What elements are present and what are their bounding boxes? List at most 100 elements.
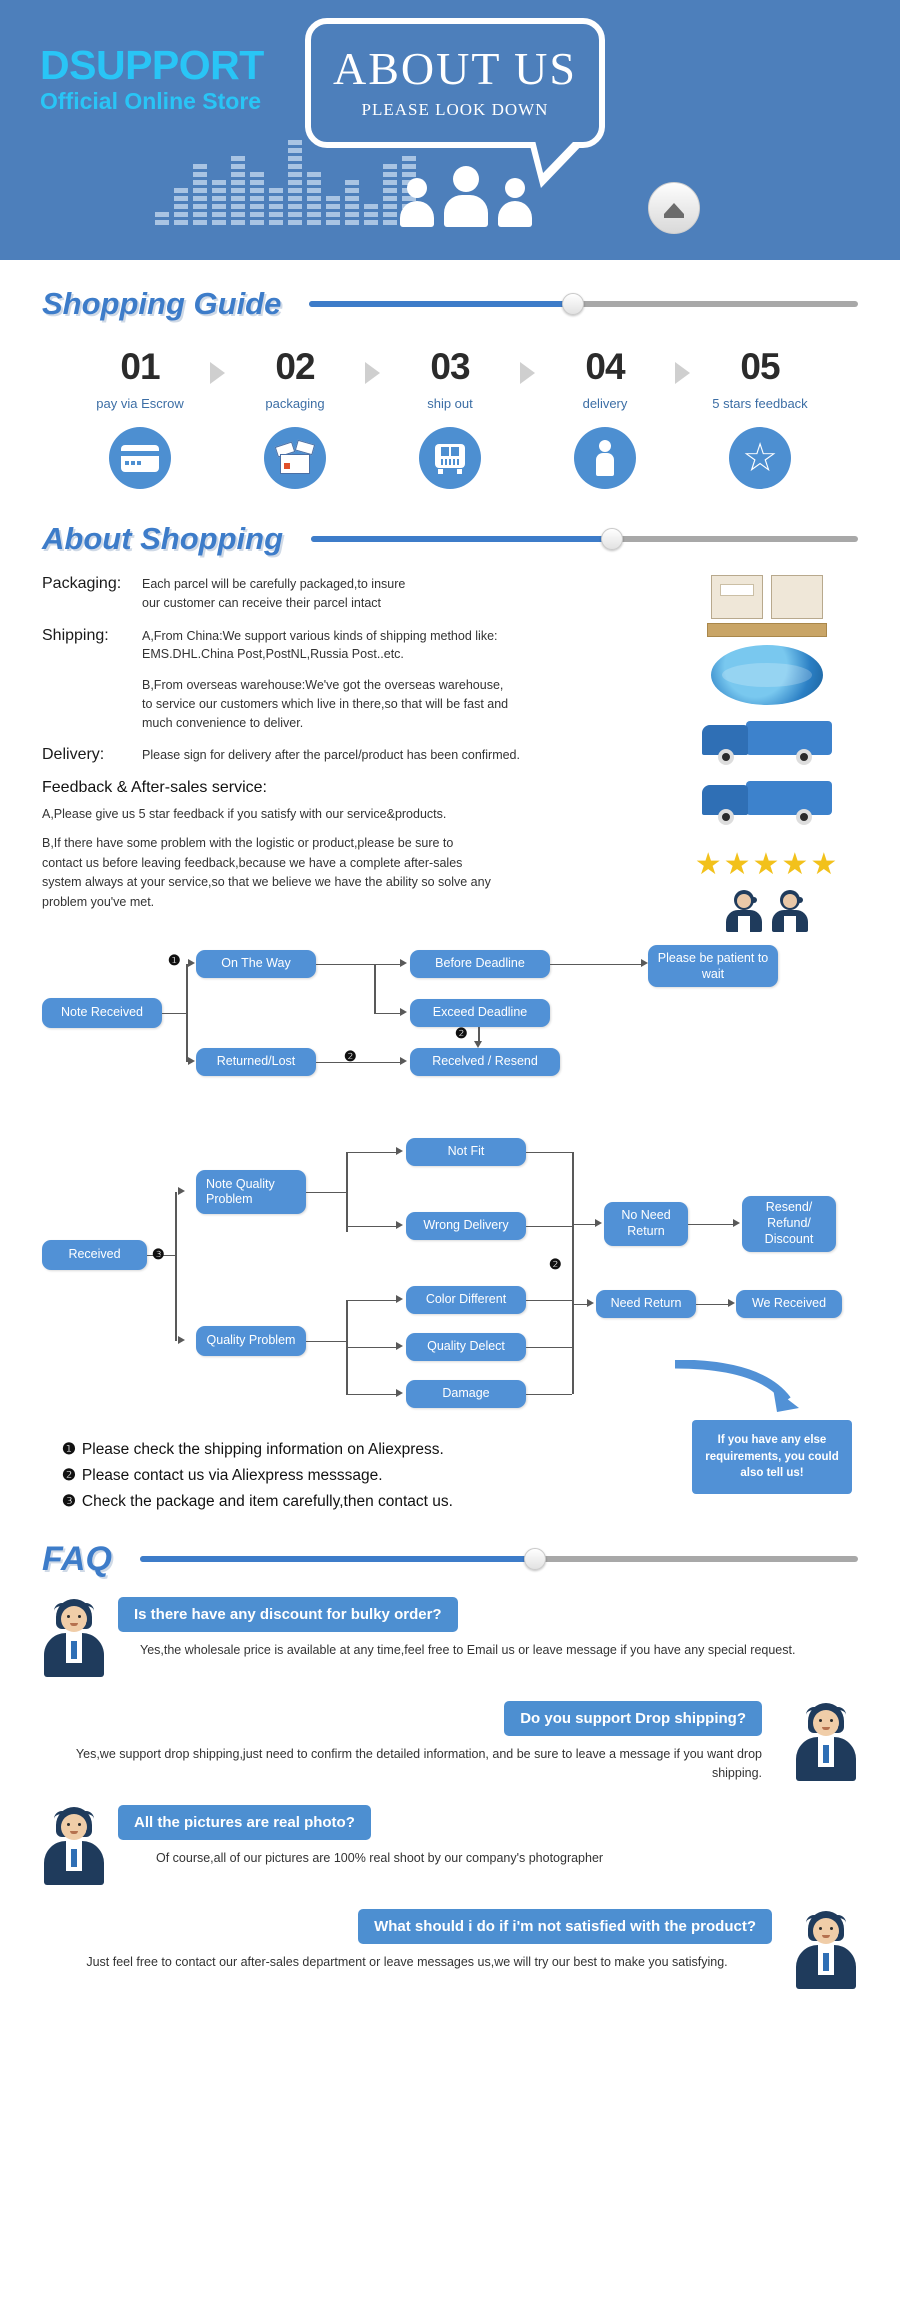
faq-question[interactable]: All the pictures are real photo? bbox=[118, 1804, 371, 1840]
flow-line bbox=[186, 963, 188, 1062]
step-label: delivery bbox=[582, 396, 628, 411]
eject-bar bbox=[664, 214, 684, 218]
about-us-title: ABOUT US bbox=[333, 43, 577, 94]
step-label: ship out bbox=[427, 396, 473, 411]
step-label: pay via Escrow bbox=[96, 396, 184, 411]
faq-body: Is there have any discount for bulky ord… bbox=[118, 1596, 858, 1660]
step-label: 5 stars feedback bbox=[712, 396, 808, 411]
support-agents-icon bbox=[672, 890, 862, 932]
node-quality-problem: Quality Problem bbox=[196, 1325, 306, 1356]
equalizer-graphic bbox=[155, 140, 416, 225]
globe-shipping-icon bbox=[672, 645, 862, 705]
flow-arrow bbox=[188, 1056, 195, 1065]
chevron-right-icon bbox=[210, 362, 225, 384]
shopping-guide-slider[interactable] bbox=[309, 293, 858, 315]
slider-knob[interactable] bbox=[561, 293, 584, 315]
support-agent-avatar bbox=[794, 1701, 858, 1781]
flow-line bbox=[346, 1151, 348, 1232]
flow-line bbox=[572, 1223, 596, 1226]
curved-arrow-icon bbox=[674, 1359, 799, 1412]
equalizer-bar bbox=[345, 180, 359, 225]
slider-fill bbox=[311, 536, 612, 542]
faq-row: What should i do if i'm not satisfied wi… bbox=[42, 1908, 858, 1989]
faq-item: Do you support Drop shipping? Yes,we sup… bbox=[0, 1700, 900, 1797]
delivery-person-icon bbox=[574, 427, 636, 489]
step-item: 02 packaging bbox=[225, 348, 365, 489]
infographic-page: DSUPPORT Official Online Store ABOUT US … bbox=[0, 0, 900, 2005]
about-shopping-body: ★★★★★ Packaging: Each parcel will be car… bbox=[0, 557, 900, 932]
flow-arrow-down bbox=[474, 1040, 482, 1048]
node-on-the-way: On The Way bbox=[196, 949, 316, 978]
flow-arrow bbox=[396, 1146, 403, 1155]
packaging-line-1: Each parcel will be carefully packaged,t… bbox=[142, 577, 406, 591]
equalizer-bar bbox=[364, 204, 378, 225]
faq-item: What should i do if i'm not satisfied wi… bbox=[0, 1908, 900, 2005]
node-no-need-return: No Need Return bbox=[604, 1201, 688, 1246]
flow-line bbox=[346, 1346, 398, 1349]
slider-knob[interactable] bbox=[523, 1548, 546, 1571]
flow-arrow bbox=[188, 958, 195, 967]
flow-line bbox=[696, 1303, 728, 1306]
person-icon bbox=[444, 166, 488, 227]
faq-question[interactable]: Is there have any discount for bulky ord… bbox=[118, 1596, 458, 1632]
flow-line bbox=[316, 1061, 402, 1064]
flow-arrow bbox=[400, 1056, 407, 1065]
shipping-line-b2: to service our customers which live in t… bbox=[142, 696, 509, 711]
step-item: 01 pay via Escrow bbox=[70, 348, 210, 489]
flow-line bbox=[374, 963, 376, 1013]
step-item: 03 ship out bbox=[380, 348, 520, 489]
flowchart-shipping-status: Note Received On The Way Returned/Lost B… bbox=[0, 940, 900, 1090]
equalizer-bar bbox=[231, 156, 245, 225]
marker-2: ❷ bbox=[549, 1255, 562, 1272]
flow-line bbox=[526, 1346, 572, 1349]
requirements-callout: If you have any else requirements, you c… bbox=[692, 1419, 852, 1494]
node-before-deadline: Before Deadline bbox=[410, 949, 550, 978]
flow-line bbox=[526, 1225, 572, 1228]
flow-arrow bbox=[400, 1007, 407, 1016]
marker-1: ❶ bbox=[168, 951, 181, 968]
equalizer-bar bbox=[212, 180, 226, 225]
equalizer-bar bbox=[326, 196, 340, 225]
step-label: packaging bbox=[265, 396, 325, 411]
side-image-column: ★★★★★ bbox=[672, 575, 862, 932]
shipping-line-b1: B,From overseas warehouse:We've got the … bbox=[142, 678, 504, 692]
faq-question[interactable]: What should i do if i'm not satisfied wi… bbox=[358, 1908, 772, 1944]
packaging-label: Packaging: bbox=[42, 575, 122, 592]
flow-arrow bbox=[178, 1186, 185, 1195]
flow-line bbox=[572, 1151, 574, 1394]
bus-icon bbox=[419, 427, 481, 489]
faq-question[interactable]: Do you support Drop shipping? bbox=[504, 1700, 762, 1736]
equalizer-bar bbox=[383, 164, 397, 225]
faq-item: Is there have any discount for bulky ord… bbox=[0, 1596, 900, 1693]
note-text: Please contact us via Aliexpress messsag… bbox=[81, 1466, 383, 1484]
person-icon bbox=[400, 178, 434, 227]
faq-item: All the pictures are real photo? Of cour… bbox=[0, 1804, 900, 1901]
about-shopping-header: About Shopping bbox=[0, 521, 900, 557]
equalizer-bar bbox=[193, 164, 207, 225]
five-stars-icon: ★★★★★ bbox=[672, 847, 862, 882]
faq-slider[interactable] bbox=[139, 1548, 858, 1571]
faq-body: All the pictures are real photo? Of cour… bbox=[118, 1804, 858, 1868]
support-agent-avatar bbox=[794, 1909, 858, 1989]
step-item: 05 5 stars feedback ☆ bbox=[690, 348, 830, 489]
flow-arrow bbox=[396, 1220, 403, 1229]
step-number: 02 bbox=[275, 346, 315, 387]
marker-3: ❸ bbox=[152, 1245, 165, 1262]
flow-line bbox=[162, 1012, 186, 1015]
node-we-received: We Received bbox=[736, 1289, 842, 1318]
eject-icon[interactable] bbox=[648, 182, 700, 234]
brand-name: DSUPPORT bbox=[40, 42, 264, 88]
faq-answer: Yes,we support drop shipping,just need t… bbox=[75, 1746, 762, 1781]
slider-knob[interactable] bbox=[600, 528, 623, 550]
brand-subtitle: Official Online Store bbox=[40, 88, 262, 114]
marker-2a: ❷ bbox=[344, 1047, 357, 1064]
about-shopping-slider[interactable] bbox=[311, 528, 858, 550]
feedback-point-a: A,Please give us 5 star feedback if you … bbox=[42, 807, 447, 821]
packaging-text: Each parcel will be carefully packaged,t… bbox=[142, 575, 405, 613]
flow-arrow bbox=[728, 1298, 735, 1307]
shopping-steps-row: 01 pay via Escrow 02 packaging 03 ship o… bbox=[0, 322, 900, 499]
about-shopping-section: About Shopping ★★★★★ Packaging: Each par… bbox=[0, 499, 900, 932]
flow-arrow bbox=[595, 1218, 602, 1227]
shopping-guide-section: Shopping Guide 01 pay via Escrow 02 pack… bbox=[0, 260, 900, 499]
step-number: 05 bbox=[740, 346, 780, 387]
